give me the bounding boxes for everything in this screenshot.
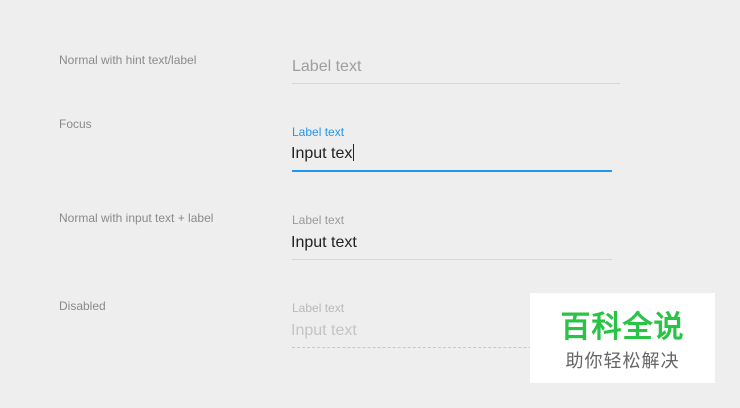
row-label-disabled: Disabled — [59, 299, 106, 313]
input-value: Input text — [291, 234, 357, 251]
field-underline — [292, 83, 620, 84]
row-label-normal-hint: Normal with hint text/label — [59, 53, 197, 67]
text-field-focused[interactable]: Label text Input tex — [291, 125, 613, 175]
watermark-title: 百科全说 — [560, 310, 685, 345]
watermark-logo: 百科全说 助你轻松解决 — [530, 293, 715, 383]
input-value-text: Input tex — [291, 145, 353, 162]
field-underline — [292, 259, 612, 260]
floating-label: Label text — [292, 125, 345, 139]
floating-label: Label text — [292, 301, 345, 315]
input-value: Input text — [291, 322, 357, 339]
hint-text: Label text — [292, 58, 362, 75]
text-field-normal-hint[interactable]: Label text — [291, 56, 621, 86]
watermark-subtitle: 助你轻松解决 — [565, 351, 680, 372]
field-underline-focused — [292, 170, 612, 172]
row-label-normal-input: Normal with input text + label — [59, 211, 214, 225]
text-caret — [353, 144, 355, 161]
input-value: Input tex — [291, 144, 355, 164]
floating-label: Label text — [292, 213, 345, 227]
text-field-normal-filled[interactable]: Label text Input text — [291, 213, 613, 263]
row-label-focus: Focus — [59, 117, 92, 131]
